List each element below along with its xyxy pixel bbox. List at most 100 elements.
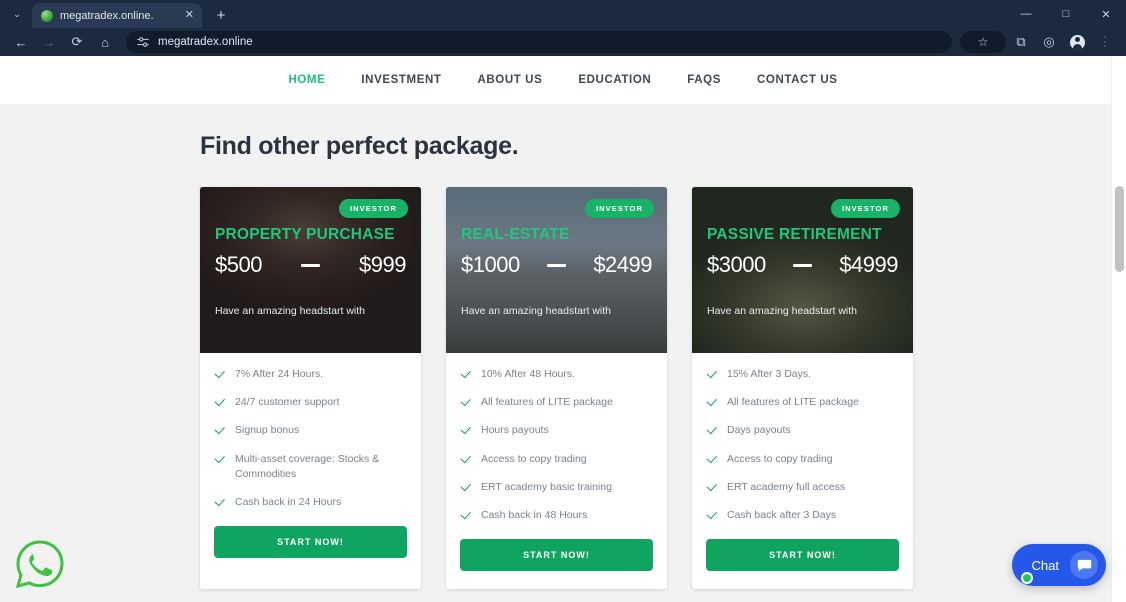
feature-item: All features of LITE package <box>460 395 653 410</box>
status-badge: INVESTOR <box>830 199 900 218</box>
cast-icon[interactable]: ◎ <box>1036 30 1062 54</box>
nav-item-home[interactable]: HOME <box>288 74 325 86</box>
feature-label: 15% After 3 Days. <box>727 368 812 380</box>
page-scrollbar[interactable] <box>1111 56 1126 602</box>
package-name: PASSIVE RETIREMENT <box>707 226 882 243</box>
check-icon <box>706 424 717 435</box>
tune-icon <box>137 37 149 47</box>
feature-label: Cash back in 24 Hours <box>235 496 342 509</box>
extensions-icon[interactable]: ⧉ <box>1008 30 1034 54</box>
browser-tab[interactable]: megatradex.online. ✕ <box>32 3 202 28</box>
price-separator-icon <box>301 263 320 267</box>
browser-window: ⌄ megatradex.online. ✕ + — □ ✕ ← → ⟳ ⌂ m… <box>0 0 1126 602</box>
scrollbar-thumb[interactable] <box>1115 186 1124 272</box>
price-separator-icon <box>547 263 566 267</box>
card-hero-image: INVESTOR REAL-ESTATE $1000 $2499 Have an… <box>446 187 667 353</box>
menu-icon[interactable]: ⋮ <box>1092 30 1118 54</box>
page-title: Find other perfect package. <box>200 132 519 160</box>
nav-item-about-us[interactable]: ABOUT US <box>478 74 543 86</box>
close-icon[interactable]: ✕ <box>1086 0 1126 28</box>
feature-label: 24/7 customer support <box>235 396 340 409</box>
package-card[interactable]: INVESTOR PASSIVE RETIREMENT $3000 $4999 … <box>692 187 913 590</box>
chat-widget[interactable]: Chat <box>1011 544 1106 586</box>
package-card[interactable]: INVESTOR REAL-ESTATE $1000 $2499 Have an… <box>446 187 667 590</box>
check-icon <box>214 424 225 435</box>
forward-icon[interactable]: → <box>36 30 62 54</box>
feature-item: Cash back after 3 Days <box>706 508 899 523</box>
card-hero-image: INVESTOR PASSIVE RETIREMENT $3000 $4999 … <box>692 187 913 353</box>
price-range: $1000 $2499 <box>461 252 652 278</box>
package-card[interactable]: INVESTOR PROPERTY PURCHASE $500 $999 Hav… <box>200 187 421 590</box>
price-range: $3000 $4999 <box>707 252 898 278</box>
feature-label: Access to copy trading <box>727 452 833 465</box>
price-separator-icon <box>793 263 812 267</box>
check-icon <box>460 453 471 464</box>
home-icon[interactable]: ⌂ <box>92 30 118 54</box>
check-icon <box>706 368 717 379</box>
feature-item: 15% After 3 Days. <box>706 367 899 382</box>
package-name: PROPERTY PURCHASE <box>215 226 395 243</box>
card-body: 15% After 3 Days. All features of LITE p… <box>692 353 913 589</box>
package-tagline: Have an amazing headstart with <box>215 305 365 317</box>
whatsapp-icon[interactable] <box>14 538 66 590</box>
address-bar-url: megatradex.online <box>158 36 253 48</box>
package-name: REAL-ESTATE <box>461 226 570 243</box>
nav-item-education[interactable]: EDUCATION <box>578 74 651 86</box>
feature-item: Access to copy trading <box>460 452 653 467</box>
feature-label: Hours payouts <box>481 424 549 437</box>
check-icon <box>214 496 225 507</box>
feature-item: 7% After 24 Hours. <box>214 367 407 382</box>
nav-item-faqs[interactable]: FAQS <box>687 74 721 86</box>
start-now-button[interactable]: START NOW! <box>706 539 899 572</box>
start-now-button[interactable]: START NOW! <box>460 539 653 572</box>
check-icon <box>214 453 225 464</box>
chat-label: Chat <box>1031 557 1059 573</box>
feature-label: Cash back after 3 Days <box>727 509 837 522</box>
feature-item: ERT academy basic training <box>460 480 653 495</box>
online-status-indicator <box>1020 572 1033 584</box>
browser-toolbar: ← → ⟳ ⌂ megatradex.online ☆ ⧉ ◎ ⋮ <box>0 28 1126 56</box>
page-content: Find other perfect package. INVESTOR PRO… <box>0 104 1126 602</box>
tab-strip: ⌄ megatradex.online. ✕ + — □ ✕ <box>0 0 1126 28</box>
feature-item: Cash back in 48 Hours <box>460 508 653 523</box>
nav-item-contact-us[interactable]: CONTACT US <box>757 74 838 86</box>
status-badge: INVESTOR <box>584 199 654 218</box>
back-icon[interactable]: ← <box>8 30 34 54</box>
card-body: 10% After 48 Hours. All features of LITE… <box>446 353 667 589</box>
tab-title: megatradex.online. <box>60 9 154 22</box>
check-icon <box>706 396 717 407</box>
address-bar[interactable]: megatradex.online <box>126 31 952 53</box>
check-icon <box>460 509 471 520</box>
check-icon <box>706 509 717 520</box>
feature-label: Access to copy trading <box>481 452 587 465</box>
minimize-icon[interactable]: — <box>1006 0 1046 28</box>
feature-item: All features of LITE package <box>706 395 899 410</box>
feature-item: Signup bonus <box>214 423 407 438</box>
tab-search-icon[interactable]: ⌄ <box>4 2 30 26</box>
feature-item: Access to copy trading <box>706 452 899 467</box>
price-min: $3000 <box>707 252 766 277</box>
card-hero-image: INVESTOR PROPERTY PURCHASE $500 $999 Hav… <box>200 187 421 353</box>
new-tab-button[interactable]: + <box>212 7 230 24</box>
bookmark-icon[interactable]: ☆ <box>960 31 1006 53</box>
feature-label: Cash back in 48 Hours <box>481 509 588 522</box>
check-icon <box>214 368 225 379</box>
feature-label: 7% After 24 Hours. <box>235 368 324 380</box>
feature-item: Hours payouts <box>460 423 653 438</box>
check-icon <box>460 481 471 492</box>
maximize-icon[interactable]: □ <box>1046 0 1086 28</box>
package-card-grid: INVESTOR PROPERTY PURCHASE $500 $999 Hav… <box>200 187 1126 590</box>
price-min: $1000 <box>461 252 520 277</box>
reload-icon[interactable]: ⟳ <box>64 30 90 54</box>
feature-label: Multi-asset coverage: Stocks & Commoditi… <box>235 452 380 480</box>
globe-icon <box>41 9 53 22</box>
check-icon <box>460 368 471 379</box>
close-icon[interactable]: ✕ <box>183 10 196 21</box>
feature-item: Cash back in 24 Hours <box>214 495 407 510</box>
nav-item-investment[interactable]: INVESTMENT <box>361 74 441 86</box>
window-controls: — □ ✕ <box>1006 0 1126 28</box>
check-icon <box>460 424 471 435</box>
package-tagline: Have an amazing headstart with <box>461 305 611 317</box>
start-now-button[interactable]: START NOW! <box>214 526 407 559</box>
profile-avatar[interactable] <box>1064 30 1090 54</box>
